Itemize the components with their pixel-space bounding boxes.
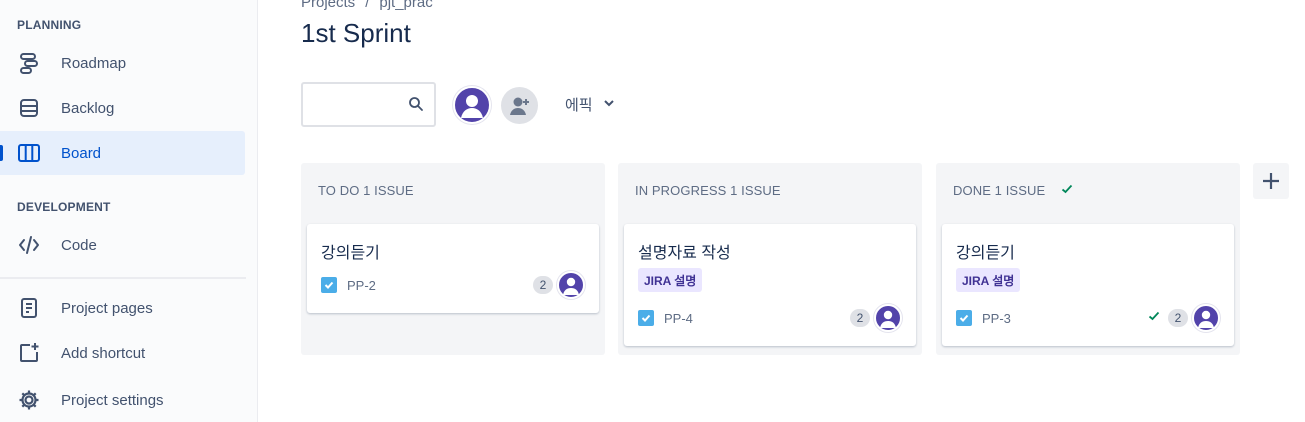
story-points-badge: 2	[850, 309, 870, 327]
page-title: 1st Sprint	[301, 18, 411, 48]
sidebar-item-label: Project pages	[61, 299, 153, 317]
assignee-avatar[interactable]	[874, 304, 902, 332]
sidebar-item-roadmap[interactable]: Roadmap	[0, 41, 245, 85]
sidebar-item-add-shortcut[interactable]: Add shortcut	[0, 331, 245, 375]
add-user-icon	[509, 97, 529, 115]
sidebar-item-label: Roadmap	[61, 54, 127, 72]
plus-icon	[1263, 173, 1279, 189]
task-type-icon	[321, 277, 337, 293]
planning-section-title: PLANNING	[17, 18, 82, 32]
board-search[interactable]	[301, 82, 436, 127]
task-type-icon	[956, 310, 972, 326]
sidebar-item-project-settings[interactable]: Project settings	[0, 378, 245, 422]
issue-card[interactable]: 강의듣기 PP-2 2	[307, 224, 599, 313]
sidebar-divider	[0, 277, 246, 279]
column-header: IN PROGRESS 1 ISSUE	[635, 183, 781, 198]
story-points-badge: 2	[533, 276, 553, 294]
task-type-icon	[638, 310, 654, 326]
assignee-avatar[interactable]	[557, 271, 585, 299]
sidebar-item-label: Board	[61, 144, 102, 162]
sidebar-item-label: Code	[61, 236, 97, 254]
breadcrumb-projects[interactable]: Projects	[301, 0, 355, 11]
code-icon	[17, 233, 41, 257]
breadcrumb-project[interactable]: pjt_prac	[379, 0, 432, 11]
epic-label: JIRA 설명	[956, 268, 1021, 292]
board-column-done: DONE 1 ISSUE 강의듣기 JIRA 설명 PP-3 2	[936, 163, 1240, 355]
column-header: DONE 1 ISSUE	[953, 183, 1073, 198]
story-points-badge: 2	[1168, 309, 1188, 327]
sidebar-item-backlog[interactable]: Backlog	[0, 86, 245, 130]
user-icon	[461, 95, 483, 118]
column-title: IN PROGRESS 1 ISSUE	[635, 183, 781, 198]
add-column-button[interactable]	[1253, 163, 1289, 199]
user-avatar-filter[interactable]	[453, 86, 491, 124]
board-column-todo: TO DO 1 ISSUE 강의듣기 PP-2 2	[301, 163, 605, 355]
card-footer: PP-2 2	[321, 271, 585, 299]
resolved-check-icon	[1148, 309, 1160, 327]
add-people-button[interactable]	[501, 87, 538, 124]
issue-key[interactable]: PP-3	[982, 311, 1011, 326]
sidebar-item-label: Backlog	[61, 99, 115, 117]
project-sidebar: PLANNING Roadmap Backlog Board DEVELOPME…	[0, 0, 258, 422]
epic-filter-label: 에픽	[565, 97, 593, 114]
card-title: 설명자료 작성	[638, 245, 731, 262]
card-footer: PP-3 2	[956, 304, 1220, 332]
breadcrumb: Projects / pjt_prac	[301, 0, 433, 11]
sidebar-item-label: Add shortcut	[61, 344, 146, 362]
column-header: TO DO 1 ISSUE	[318, 183, 414, 198]
done-check-icon	[1061, 183, 1073, 198]
column-title: TO DO 1 ISSUE	[318, 183, 414, 198]
breadcrumb-separator: /	[365, 0, 370, 11]
user-icon	[1198, 310, 1214, 328]
backlog-icon	[17, 96, 41, 120]
roadmap-icon	[17, 51, 41, 75]
issue-key[interactable]: PP-4	[664, 311, 693, 326]
user-icon	[880, 310, 896, 328]
board-icon	[17, 141, 41, 165]
issue-key[interactable]: PP-2	[347, 278, 376, 293]
column-title: DONE 1 ISSUE	[953, 183, 1046, 198]
issue-card[interactable]: 설명자료 작성 JIRA 설명 PP-4 2	[624, 224, 916, 346]
active-indicator	[0, 145, 3, 161]
page-icon	[17, 296, 41, 320]
board-column-in-progress: IN PROGRESS 1 ISSUE 설명자료 작성 JIRA 설명 PP-4…	[618, 163, 922, 355]
sidebar-item-board[interactable]: Board	[0, 131, 245, 175]
user-icon	[563, 277, 579, 295]
sidebar-item-code[interactable]: Code	[0, 223, 245, 267]
search-input[interactable]	[303, 84, 403, 125]
chevron-down-icon	[603, 96, 615, 113]
card-title: 강의듣기	[956, 245, 1015, 262]
gear-icon	[17, 388, 41, 412]
epic-filter-dropdown[interactable]: 에픽	[565, 94, 615, 115]
development-section-title: DEVELOPMENT	[17, 200, 111, 214]
card-title: 강의듣기	[321, 245, 380, 262]
add-shortcut-icon	[17, 341, 41, 365]
card-footer: PP-4 2	[638, 304, 902, 332]
sidebar-item-project-pages[interactable]: Project pages	[0, 286, 245, 330]
search-icon[interactable]	[408, 96, 424, 117]
epic-label: JIRA 설명	[638, 268, 703, 292]
issue-card[interactable]: 강의듣기 JIRA 설명 PP-3 2	[942, 224, 1234, 346]
assignee-avatar[interactable]	[1192, 304, 1220, 332]
sidebar-item-label: Project settings	[61, 391, 164, 409]
